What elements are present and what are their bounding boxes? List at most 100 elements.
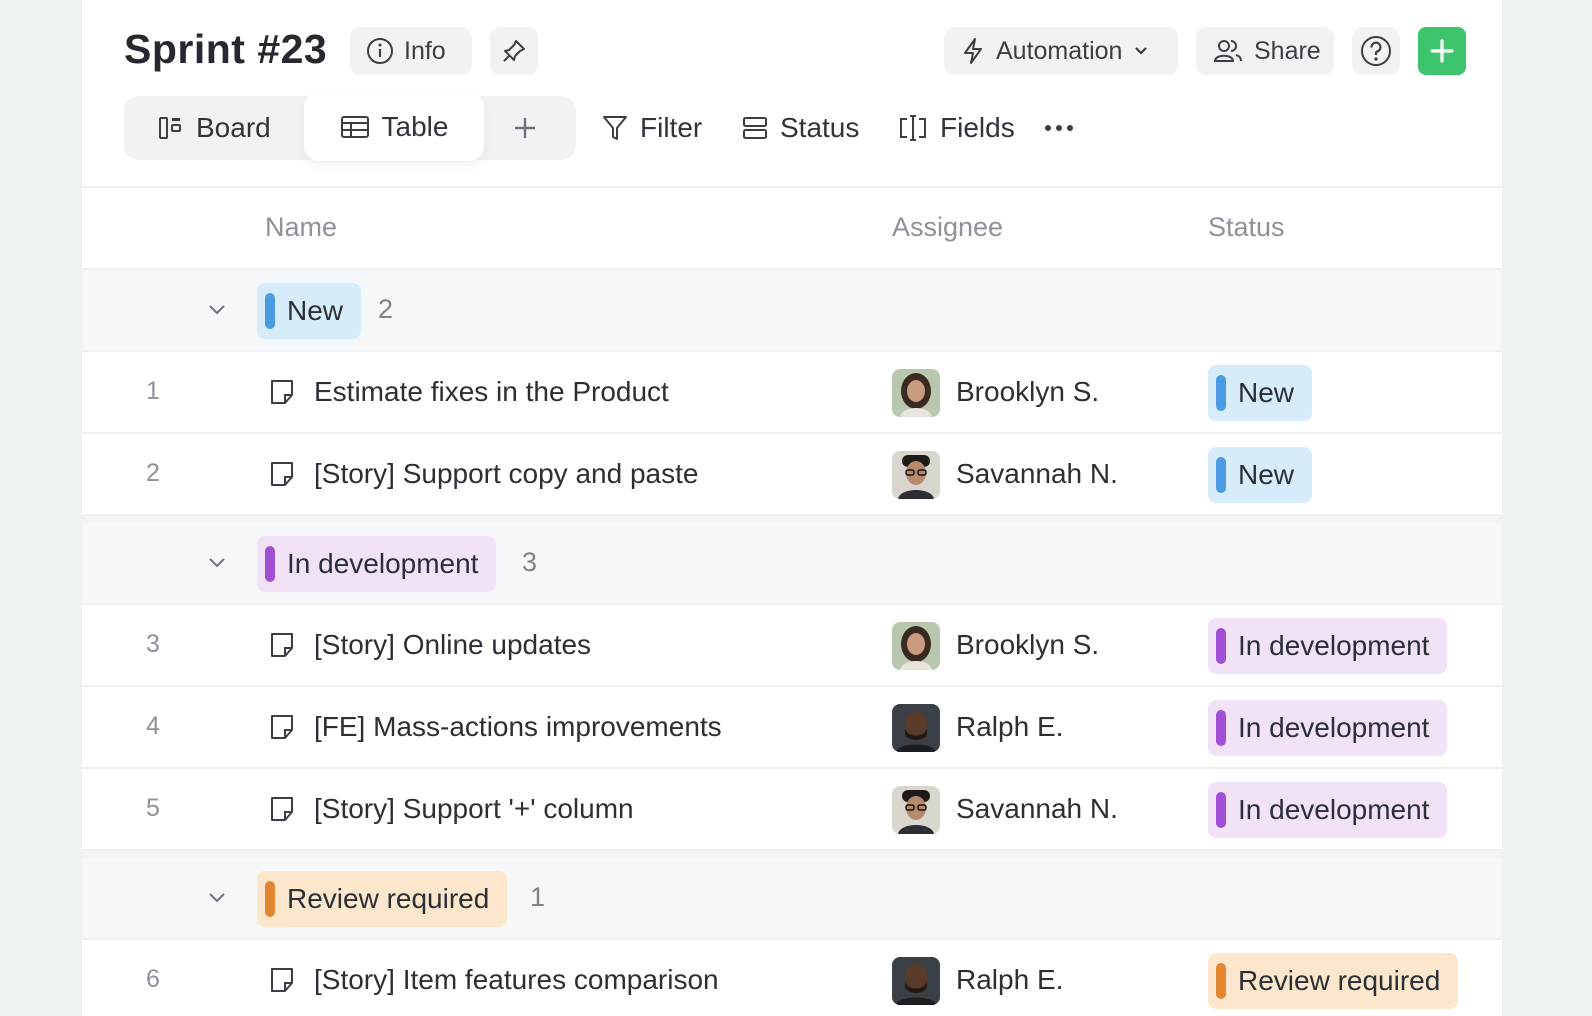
table-row[interactable]: 4 [FE] Mass-actions improvements Ralph E… (82, 687, 1502, 769)
row-number: 2 (146, 459, 160, 487)
assignee-name: Brooklyn S. (956, 629, 1100, 660)
tab-board[interactable]: Board (158, 96, 271, 160)
group-row-review-required[interactable]: Review required 1 (82, 858, 1502, 940)
info-icon (367, 38, 393, 64)
group-row-in-development[interactable]: In development 3 (82, 523, 1502, 605)
tab-table-label: Table (381, 111, 449, 142)
status-color-bar (1216, 375, 1226, 411)
table-icon (340, 116, 369, 138)
avatar (892, 786, 940, 834)
fields-button[interactable]: Fields (898, 96, 1015, 160)
column-header-name[interactable]: Name (265, 212, 337, 243)
automation-button[interactable]: Automation (944, 27, 1178, 75)
status-badge-label: Review required (1238, 965, 1441, 996)
rows-icon (743, 117, 767, 139)
automation-label: Automation (996, 36, 1123, 65)
chevron-down-icon[interactable] (206, 298, 228, 320)
view-switcher: Board Table (124, 93, 576, 161)
group-tag: In development (257, 536, 497, 592)
group-row-new[interactable]: New 2 (82, 270, 1502, 352)
table-row[interactable]: 2 [Story] Support copy and paste Savanna… (82, 434, 1502, 516)
help-icon (1361, 36, 1391, 66)
add-button[interactable] (1418, 27, 1466, 75)
row-number: 1 (146, 377, 160, 405)
group-tag: New (257, 283, 362, 339)
task-name[interactable]: [FE] Mass-actions improvements (314, 711, 722, 743)
pin-icon (503, 40, 525, 62)
chevron-down-icon[interactable] (206, 551, 228, 573)
info-label: Info (404, 36, 446, 65)
pin-button[interactable] (490, 27, 538, 75)
share-button[interactable]: Share (1196, 27, 1334, 75)
status-badge-label: In development (1238, 630, 1430, 661)
table-row[interactable]: 3 [Story] Online updates Brooklyn S. In … (82, 605, 1502, 687)
table-row[interactable]: 6 [Story] Item features comparison Ralph… (82, 940, 1502, 1016)
help-button[interactable] (1352, 27, 1400, 75)
status-color-bar (265, 293, 275, 329)
header: Sprint #23 Info Automation Share Board T… (82, 0, 1502, 188)
avatar (892, 704, 940, 752)
lightning-icon (964, 38, 982, 64)
avatar (892, 957, 940, 1005)
status-badge[interactable]: New (1208, 447, 1313, 503)
board-icon (159, 117, 181, 139)
column-header-status[interactable]: Status (1208, 212, 1285, 243)
table-row[interactable]: 1 Estimate fixes in the Product Brooklyn… (82, 352, 1502, 434)
row-number: 6 (146, 965, 160, 993)
status-badge[interactable]: Review required (1208, 953, 1459, 1009)
status-badge-label: New (1238, 459, 1295, 490)
filter-icon (603, 116, 627, 140)
filter-button[interactable]: Filter (602, 96, 702, 160)
more-icon (1045, 125, 1073, 131)
document-icon (271, 797, 293, 821)
status-badge[interactable]: New (1208, 365, 1313, 421)
task-name[interactable]: Estimate fixes in the Product (314, 376, 669, 408)
document-icon (271, 462, 293, 486)
group-label: In development (287, 548, 479, 579)
status-color-bar (1216, 792, 1226, 828)
table-row[interactable]: 5 [Story] Support '+' column Savannah N.… (82, 769, 1502, 851)
plus-icon (515, 118, 535, 138)
column-header-row: Name Assignee Status (82, 188, 1502, 270)
page-title: Sprint #23 (124, 26, 328, 72)
row-number: 3 (146, 630, 160, 658)
group-tag: Review required (257, 871, 508, 927)
task-name[interactable]: [Story] Online updates (314, 629, 591, 661)
assignee-name: Brooklyn S. (956, 376, 1100, 407)
document-icon (271, 380, 293, 404)
status-badge[interactable]: In development (1208, 618, 1448, 674)
more-options-button[interactable] (1044, 96, 1074, 160)
document-icon (271, 633, 293, 657)
status-badge[interactable]: In development (1208, 782, 1448, 838)
status-label: Status (780, 112, 860, 143)
column-header-assignee[interactable]: Assignee (892, 212, 1003, 243)
status-button[interactable]: Status (742, 96, 859, 160)
task-name[interactable]: [Story] Support '+' column (314, 793, 634, 825)
fields-label: Fields (940, 112, 1015, 143)
status-color-bar (1216, 963, 1226, 999)
document-icon (271, 968, 293, 992)
group-count: 2 (378, 294, 394, 324)
sprint-card: Sprint #23 Info Automation Share Board T… (82, 0, 1502, 1016)
tab-table[interactable]: Table (304, 93, 484, 161)
row-number: 4 (146, 712, 160, 740)
assignee-name: Ralph E. (956, 711, 1064, 742)
group-label: Review required (287, 883, 490, 914)
task-name[interactable]: [Story] Support copy and paste (314, 458, 698, 490)
plus-icon (1430, 39, 1454, 63)
status-color-bar (1216, 457, 1226, 493)
status-badge[interactable]: In development (1208, 700, 1448, 756)
status-color-bar (265, 546, 275, 582)
assignee-name: Ralph E. (956, 964, 1064, 995)
tab-board-label: Board (196, 112, 271, 143)
status-badge-label: New (1238, 377, 1295, 408)
status-badge-label: In development (1238, 794, 1430, 825)
task-name[interactable]: [Story] Item features comparison (314, 964, 719, 996)
group-count: 1 (530, 882, 546, 912)
status-color-bar (265, 881, 275, 917)
add-view-button[interactable] (512, 96, 538, 160)
info-button[interactable]: Info (350, 27, 472, 75)
avatar (892, 451, 940, 499)
chevron-down-icon[interactable] (206, 886, 228, 908)
avatar (892, 369, 940, 417)
